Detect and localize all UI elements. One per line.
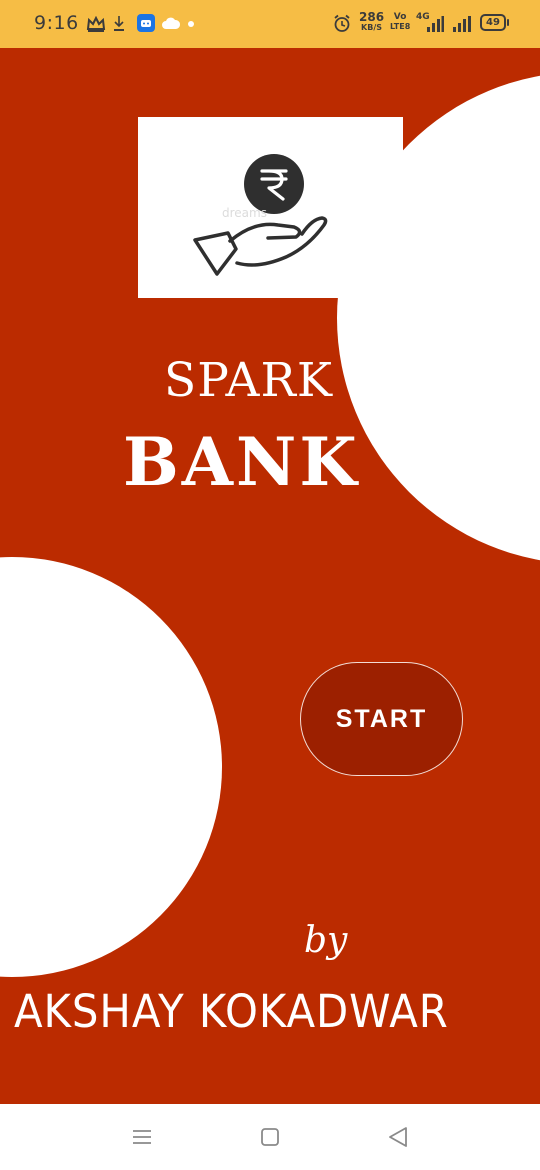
logo-image: dreams: [138, 117, 403, 298]
download-icon: [114, 16, 124, 31]
signal-icon: [427, 16, 444, 32]
by-label: by: [304, 920, 348, 961]
start-button[interactable]: START: [300, 662, 463, 776]
volte-indicator: Vo LTE8: [390, 12, 410, 32]
app-title-spark: SPARK: [164, 353, 333, 408]
volte-label: Vo: [393, 12, 407, 22]
crown-icon: [86, 16, 106, 32]
app-icon: [137, 14, 155, 32]
signal-icon: [453, 16, 471, 32]
menu-icon[interactable]: [130, 1125, 154, 1149]
app-title-bank: BANK: [123, 423, 360, 501]
home-square-icon[interactable]: [258, 1125, 282, 1149]
status-bar: 9:16 286 KB/S Vo LTE8 4G 49: [0, 0, 540, 48]
lte-label: LTE8: [390, 22, 411, 31]
back-triangle-icon[interactable]: [386, 1125, 410, 1149]
alarm-icon: [334, 14, 350, 32]
rupee-coin-hand-icon: dreams: [193, 154, 328, 276]
logo-watermark: dreams: [222, 206, 267, 220]
app-screen: dreams SPARK BANK START by AKSHAY KOKADW…: [0, 48, 540, 1104]
status-time: 9:16: [34, 12, 79, 34]
author-name: AKSHAY KOKADWAR: [14, 985, 449, 1038]
navigation-bar: [0, 1104, 540, 1170]
cloud-icon: [162, 17, 181, 29]
network-speed-unit: KB/S: [361, 23, 383, 32]
decorative-circle-left: [0, 557, 222, 977]
battery-icon: 49: [480, 14, 509, 31]
network-speed-value: 286: [359, 10, 385, 24]
network-speed: 286 KB/S: [359, 11, 384, 32]
dot-icon: [188, 21, 194, 27]
